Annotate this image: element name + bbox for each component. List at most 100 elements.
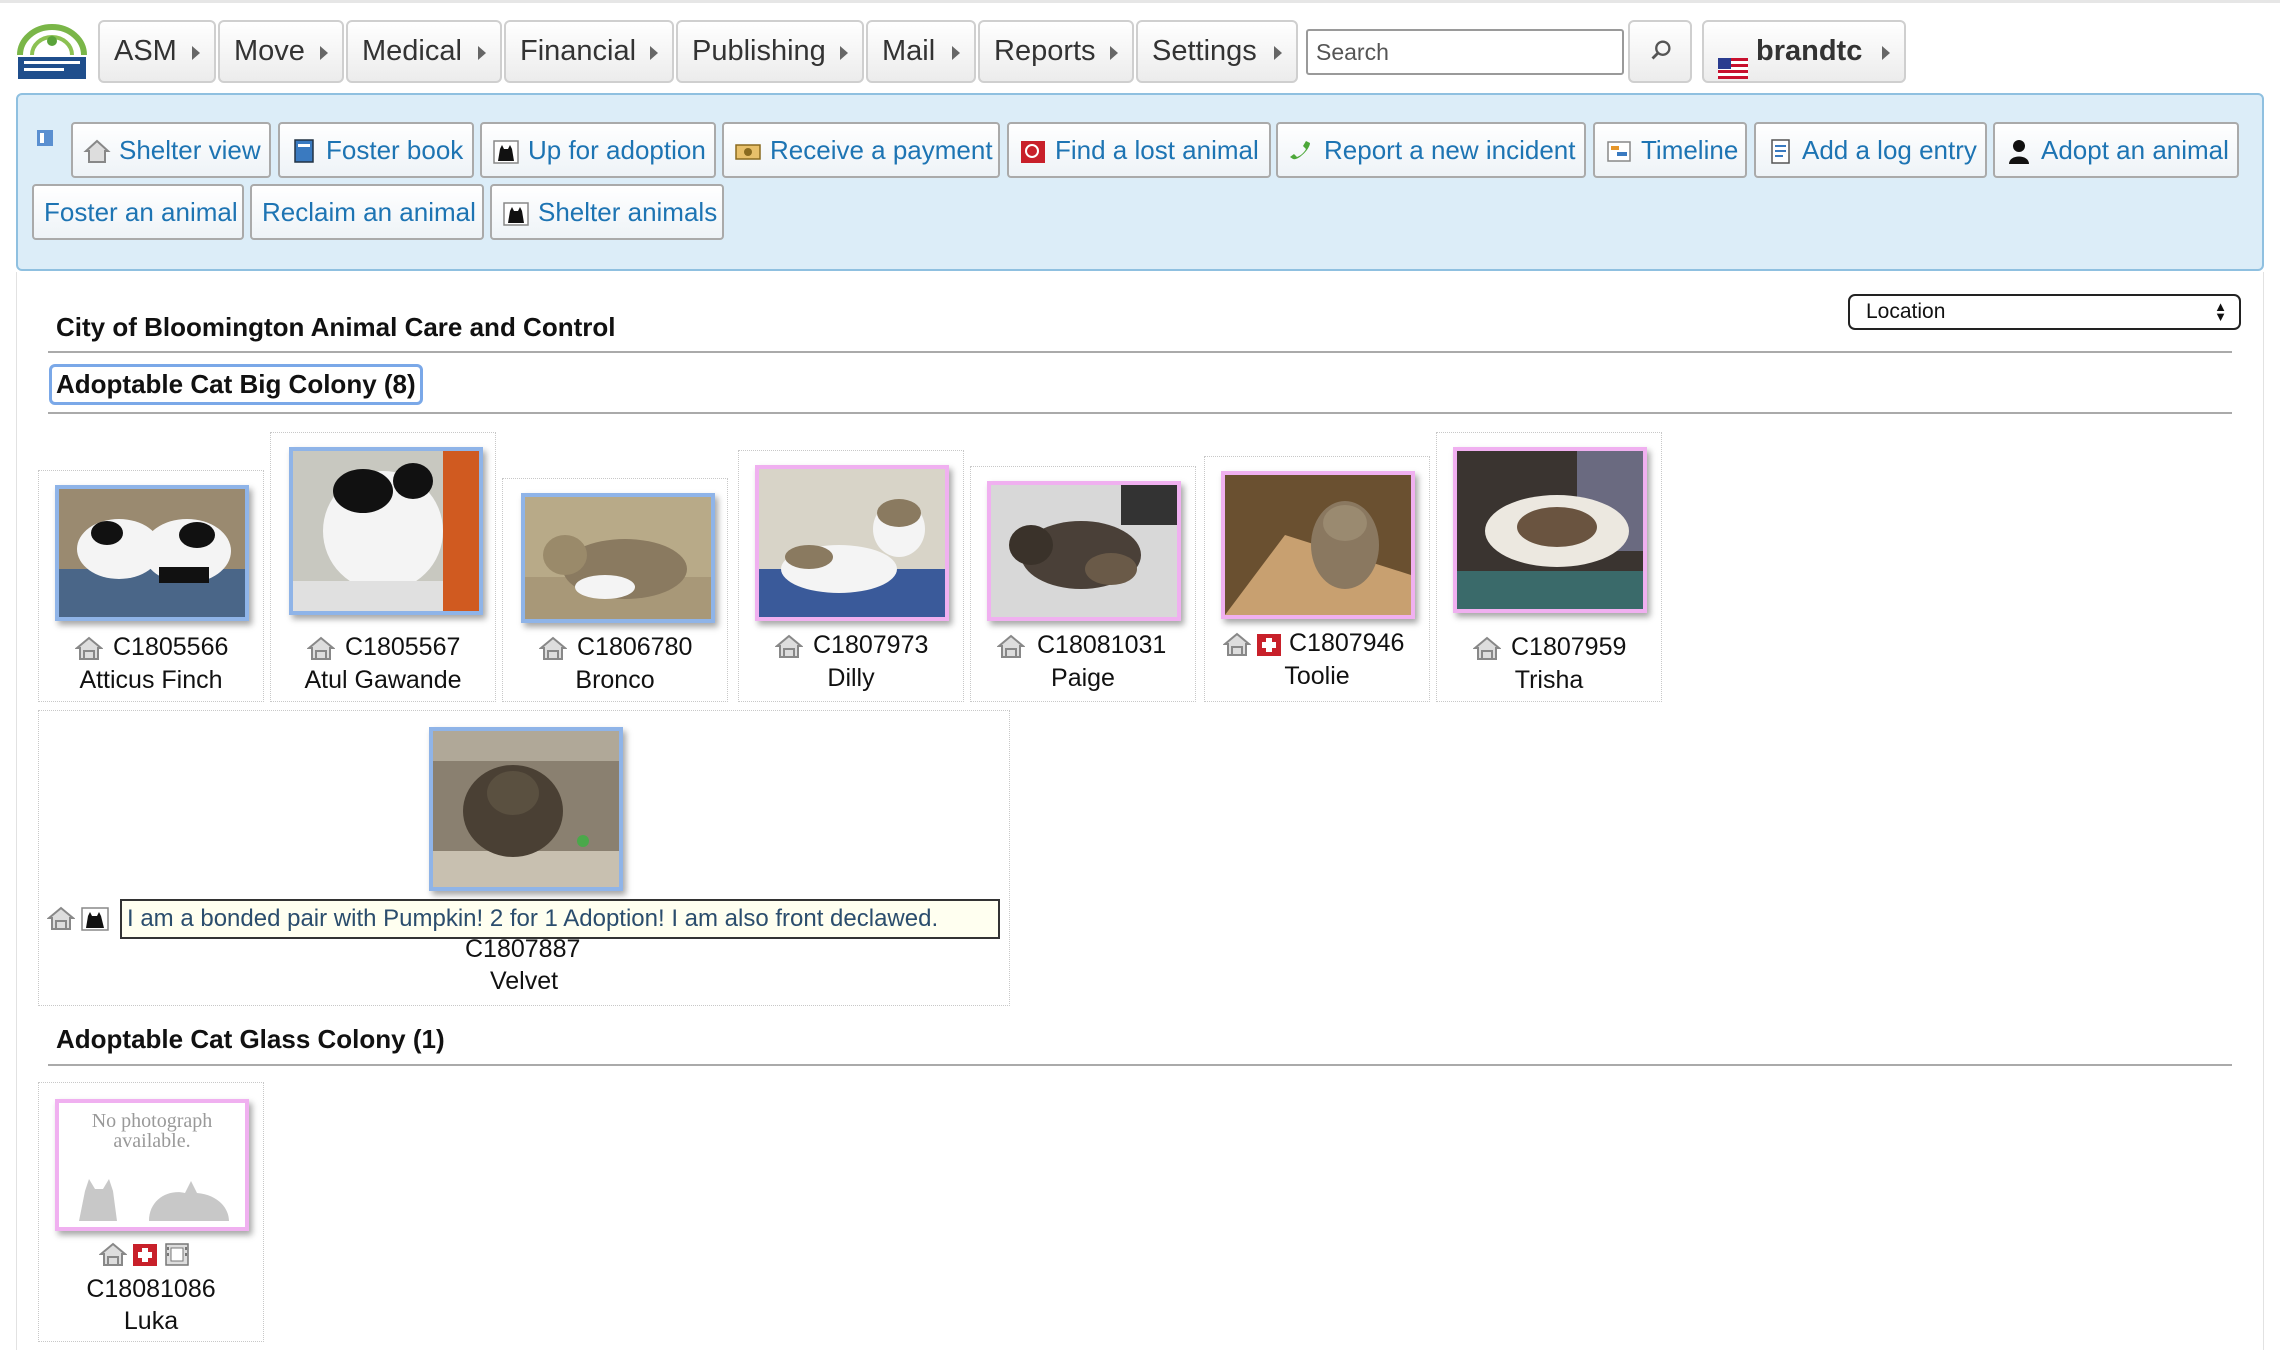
animal-code: C1805567	[345, 633, 461, 661]
timeline-link[interactable]: Timeline	[1593, 122, 1747, 178]
animal-code: C18081086	[86, 1275, 216, 1303]
menu-label: ASM	[114, 35, 177, 67]
city-of-bloomington-logo[interactable]	[14, 21, 90, 83]
animal-photo[interactable]	[1453, 447, 1647, 613]
menu-asm[interactable]: ASM	[98, 20, 216, 83]
house-icon	[46, 905, 76, 931]
panel-toggle-icon[interactable]	[36, 129, 54, 147]
menu-move[interactable]: Move	[218, 20, 344, 83]
caret-right-icon	[952, 46, 960, 60]
animal-tile[interactable]: C1805567 Atul Gawande	[270, 432, 496, 702]
reclaim-animal-link[interactable]: Reclaim an animal	[250, 184, 484, 240]
animal-tile[interactable]: No photograph available. C18081086 Luka	[38, 1082, 264, 1342]
person-icon	[2005, 130, 2033, 164]
animal-photo[interactable]	[289, 447, 483, 615]
animal-tile[interactable]: C1807973 Dilly	[738, 450, 964, 702]
animal-code: C18081031	[1037, 631, 1167, 659]
caret-right-icon	[1882, 46, 1890, 60]
add-log-entry-link[interactable]: Add a log entry	[1754, 122, 1987, 178]
log-icon	[1766, 130, 1794, 164]
house-icon	[1472, 635, 1502, 661]
timeline-icon	[1605, 130, 1633, 162]
animal-name[interactable]: Paige	[971, 664, 1195, 693]
lost-animal-icon	[1019, 130, 1047, 163]
us-flag-icon	[1718, 41, 1748, 79]
report-incident-link[interactable]: Report a new incident	[1276, 122, 1586, 178]
sort-by-select[interactable]: Location ▲ ▼	[1848, 294, 2241, 330]
colony-heading-big[interactable]: Adoptable Cat Big Colony (8)	[49, 364, 423, 405]
menu-label: Financial	[520, 35, 637, 67]
animal-code: C1805566	[113, 633, 229, 661]
receive-payment-link[interactable]: Receive a payment	[722, 122, 1000, 178]
foster-animal-link[interactable]: Foster an animal	[32, 184, 244, 240]
animal-tile[interactable]: C1806780 Bronco	[502, 478, 728, 702]
menu-publishing[interactable]: Publishing	[676, 20, 864, 83]
link-label: Report a new incident	[1324, 135, 1576, 165]
animal-name[interactable]: Bronco	[503, 666, 727, 695]
cat-icon	[492, 130, 520, 164]
link-label: Timeline	[1641, 135, 1739, 165]
animal-name[interactable]: Trisha	[1437, 666, 1661, 695]
menu-settings[interactable]: Settings	[1136, 20, 1298, 83]
link-label: Add a log entry	[1802, 135, 1977, 165]
animal-code: C1806780	[577, 633, 693, 661]
animal-tile[interactable]: C18081031 Paige	[970, 466, 1196, 702]
username: brandtc	[1756, 35, 1863, 67]
animal-photo[interactable]: No photograph available.	[55, 1099, 249, 1231]
animal-name[interactable]: Toolie	[1205, 662, 1429, 691]
link-label: Shelter view	[119, 135, 261, 165]
link-label: Foster an animal	[44, 197, 238, 227]
animal-tile[interactable]: C1807959 Trisha	[1436, 432, 1662, 702]
animal-tile[interactable]: C1805566 Atticus Finch	[38, 470, 264, 702]
house-icon	[774, 633, 804, 659]
animal-name[interactable]: Velvet	[39, 967, 1009, 996]
menu-medical[interactable]: Medical	[346, 20, 502, 83]
up-for-adoption-link[interactable]: Up for adoption	[480, 122, 716, 178]
animal-photo[interactable]	[521, 493, 715, 623]
search-input[interactable]	[1306, 29, 1624, 75]
link-label: Reclaim an animal	[262, 197, 476, 227]
animal-code: C1807959	[1511, 633, 1627, 661]
animal-tile[interactable]: C1807946 Toolie	[1204, 456, 1430, 702]
animal-name[interactable]: Atul Gawande	[271, 666, 495, 695]
animal-photo[interactable]	[755, 465, 949, 621]
menu-mail[interactable]: Mail	[866, 20, 976, 83]
house-icon	[306, 635, 336, 661]
house-icon	[98, 1241, 128, 1267]
animal-name[interactable]: Luka	[39, 1307, 263, 1336]
animal-photo[interactable]	[429, 727, 623, 891]
select-arrows-icon: ▲ ▼	[2214, 299, 2227, 324]
colony-heading-glass[interactable]: Adoptable Cat Glass Colony (1)	[56, 1024, 445, 1055]
caret-right-icon	[1274, 46, 1282, 60]
animal-code: C1807887	[465, 935, 581, 963]
menu-label: Publishing	[692, 35, 826, 67]
phone-icon	[1288, 130, 1316, 160]
animal-caption-tooltip: I am a bonded pair with Pumpkin! 2 for 1…	[120, 899, 1000, 939]
animal-code: C1807946	[1289, 629, 1405, 657]
select-value: Location	[1866, 300, 1946, 323]
menu-label: Medical	[362, 35, 462, 67]
animal-tile[interactable]: C1807887 Velvet	[38, 710, 1010, 1006]
cat-icon	[502, 192, 530, 226]
animal-photo[interactable]	[987, 481, 1181, 621]
film-icon	[163, 1241, 191, 1267]
animal-photo[interactable]	[55, 485, 249, 621]
shelter-view-link[interactable]: Shelter view	[71, 122, 271, 178]
search-button[interactable]	[1628, 20, 1692, 83]
link-label: Find a lost animal	[1055, 135, 1259, 165]
animal-name[interactable]: Atticus Finch	[39, 666, 263, 695]
animal-name[interactable]: Dilly	[739, 664, 963, 693]
user-menu-button[interactable]: brandtc	[1702, 20, 1906, 83]
menu-reports[interactable]: Reports	[978, 20, 1134, 83]
animal-photo[interactable]	[1221, 471, 1415, 619]
find-lost-animal-link[interactable]: Find a lost animal	[1007, 122, 1271, 178]
house-icon	[74, 635, 104, 661]
divider	[48, 412, 2232, 414]
caret-right-icon	[192, 46, 200, 60]
house-icon	[538, 635, 568, 661]
link-label: Adopt an animal	[2041, 135, 2229, 165]
shelter-animals-link[interactable]: Shelter animals	[490, 184, 724, 240]
menu-financial[interactable]: Financial	[504, 20, 674, 83]
foster-book-link[interactable]: Foster book	[278, 122, 474, 178]
adopt-animal-link[interactable]: Adopt an animal	[1993, 122, 2239, 178]
